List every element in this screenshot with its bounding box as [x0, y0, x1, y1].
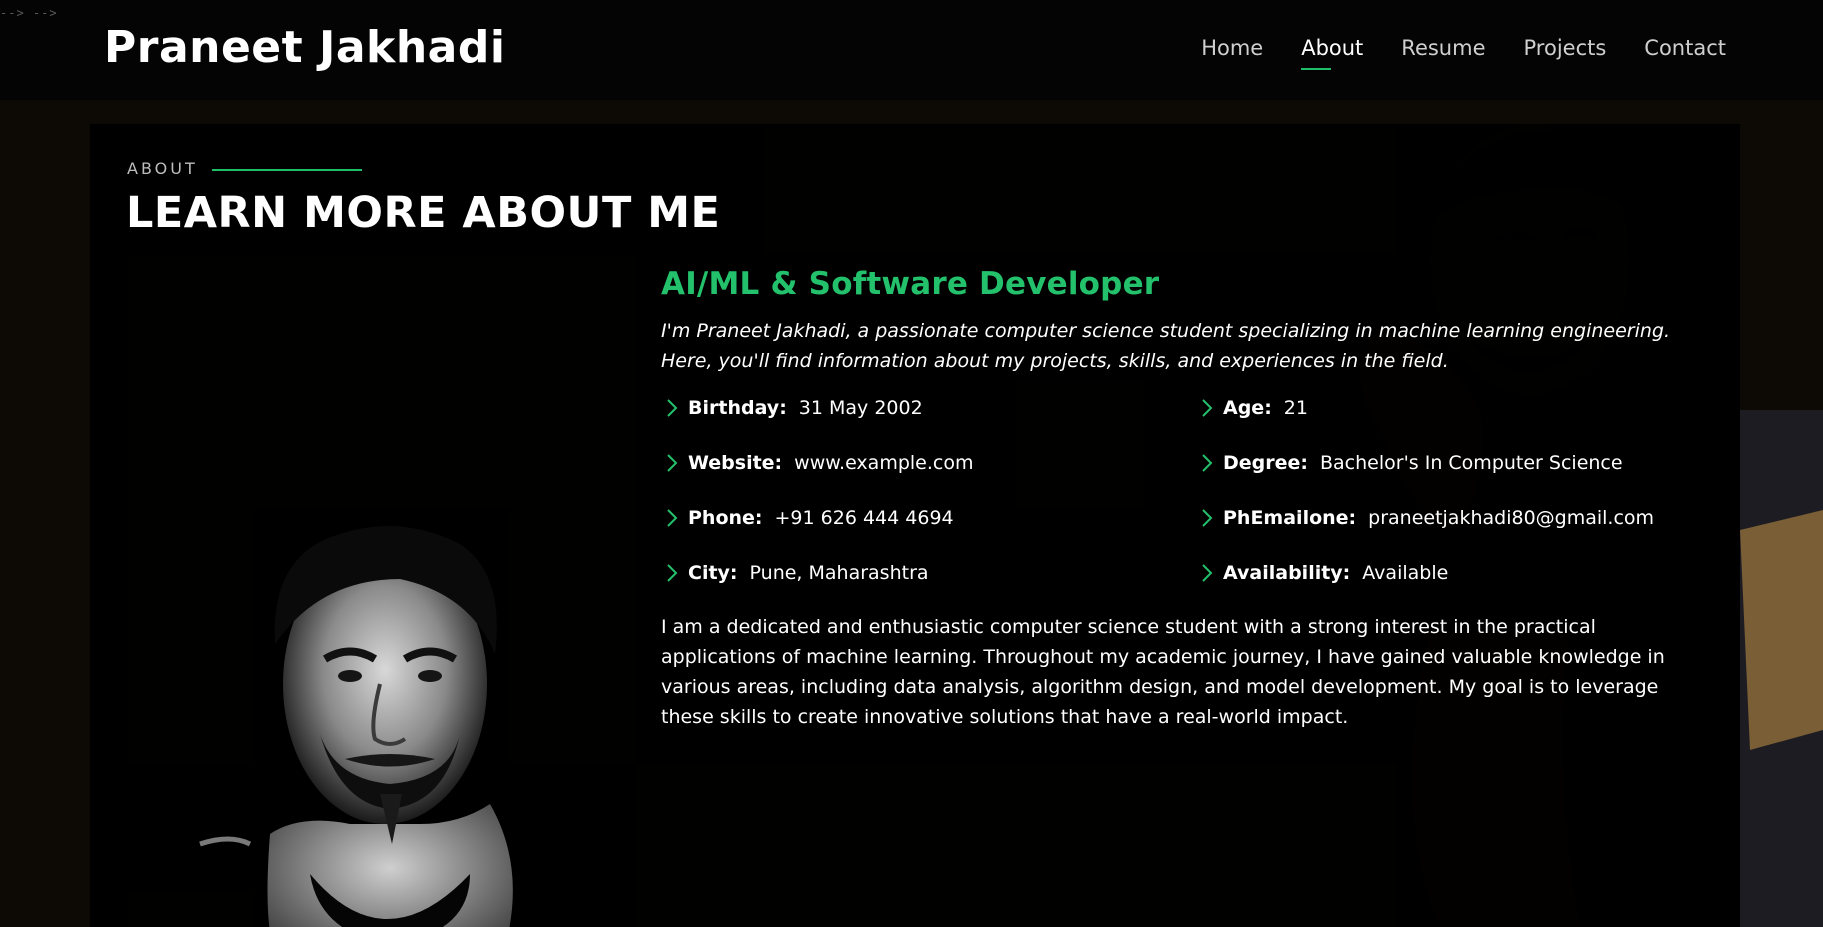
eyebrow-divider [211, 168, 362, 171]
fact-value: 31 May 2002 [798, 397, 923, 419]
fact-availability: Availability: Available [1196, 561, 1691, 585]
chevron-right-icon [667, 454, 678, 472]
about-content: AI/ML & Software Developer I'm Praneet J… [661, 266, 1691, 732]
fact-label: City: [688, 562, 738, 584]
nav-home[interactable]: Home [1201, 36, 1263, 60]
facts-grid: Birthday: 31 May 2002 Age: 21 Website: w… [661, 396, 1691, 585]
about-section: ABOUT LEARN MORE ABOUT ME AI/ML & Softwa… [90, 124, 1740, 927]
fact-label: Website: [688, 452, 783, 474]
nav-contact[interactable]: Contact [1644, 36, 1726, 60]
chevron-right-icon [1202, 564, 1213, 582]
fact-label: Phone: [688, 507, 763, 529]
fact-label: Degree: [1223, 452, 1308, 474]
eyebrow-label: ABOUT [127, 159, 198, 178]
chevron-right-icon [1202, 509, 1213, 527]
chevron-right-icon [667, 399, 678, 417]
email-link[interactable]: praneetjakhadi80@gmail.com [1368, 507, 1654, 529]
section-title: LEARN MORE ABOUT ME [126, 188, 721, 238]
fact-age: Age: 21 [1196, 396, 1691, 420]
main-nav: Home About Resume Projects Contact [1201, 36, 1726, 70]
fact-value: Pune, Maharashtra [749, 562, 929, 584]
fact-value: 21 [1283, 397, 1308, 419]
fact-website: Website: www.example.com [661, 451, 1196, 475]
profile-photo [199, 526, 513, 927]
page: --> --> Praneet Jakhadi Home About Resum… [0, 0, 1823, 927]
website-link[interactable]: www.example.com [794, 452, 973, 474]
nav-about[interactable]: About [1301, 36, 1363, 70]
fact-birthday: Birthday: 31 May 2002 [661, 396, 1196, 420]
site-header: Praneet Jakhadi Home About Resume Projec… [0, 0, 1823, 100]
chevron-right-icon [667, 509, 678, 527]
fact-email: PhEmailone: praneetjakhadi80@gmail.com [1196, 506, 1691, 530]
site-logo[interactable]: Praneet Jakhadi [104, 22, 505, 73]
chevron-right-icon [1202, 454, 1213, 472]
nav-resume[interactable]: Resume [1401, 36, 1485, 60]
role-title: AI/ML & Software Developer [661, 266, 1160, 302]
fact-label: Age: [1223, 397, 1272, 419]
chevron-right-icon [667, 564, 678, 582]
fact-value: +91 626 444 4694 [774, 507, 954, 529]
intro-text: I'm Praneet Jakhadi, a passionate comput… [661, 320, 1671, 372]
bio-text: I am a dedicated and enthusiastic comput… [661, 616, 1665, 728]
fact-label: Birthday: [688, 397, 787, 419]
fact-label: PhEmailone: [1223, 507, 1357, 529]
fact-value: Bachelor's In Computer Science [1320, 452, 1623, 474]
fact-phone: Phone: +91 626 444 4694 [661, 506, 1196, 530]
fact-value: Available [1362, 562, 1449, 584]
nav-projects[interactable]: Projects [1524, 36, 1607, 60]
fact-label: Availability: [1223, 562, 1351, 584]
fact-city: City: Pune, Maharashtra [661, 561, 1196, 585]
chevron-right-icon [1202, 399, 1213, 417]
fact-degree: Degree: Bachelor's In Computer Science [1196, 451, 1691, 475]
corner-text: --> --> [0, 6, 58, 20]
section-eyebrow: ABOUT [127, 159, 362, 178]
